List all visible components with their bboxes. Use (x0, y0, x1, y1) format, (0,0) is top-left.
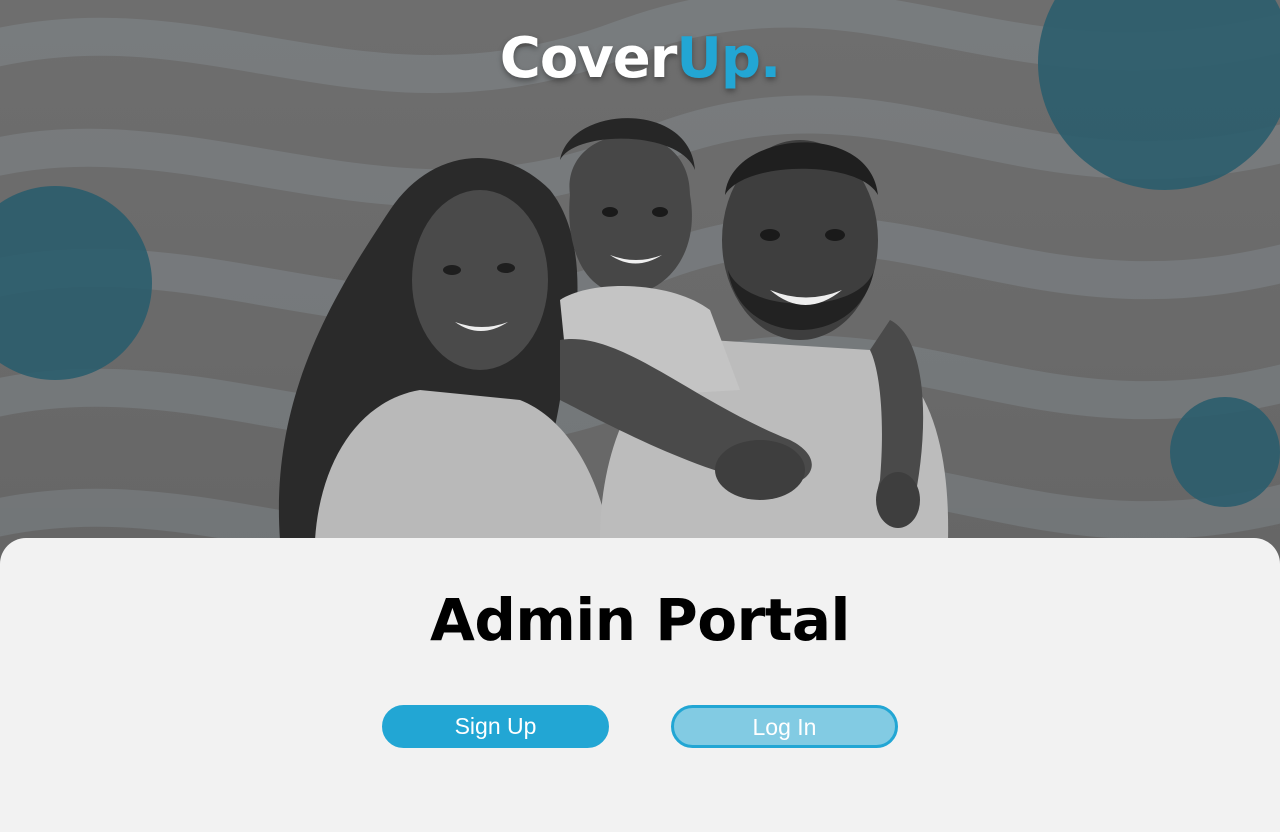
decor-circle (0, 186, 152, 380)
auth-panel: Admin Portal Sign Up Log In (0, 538, 1280, 832)
hero-section: CoverUp. (0, 0, 1280, 560)
logo-text-up: Up. (676, 26, 781, 91)
logo-text-cover: Cover (499, 26, 678, 91)
log-in-button[interactable]: Log In (671, 705, 898, 748)
coverup-logo: CoverUp. (0, 26, 1280, 91)
family-photo (279, 118, 949, 540)
decor-circle (1170, 397, 1280, 507)
sign-up-button[interactable]: Sign Up (382, 705, 609, 748)
page-title: Admin Portal (430, 586, 850, 654)
